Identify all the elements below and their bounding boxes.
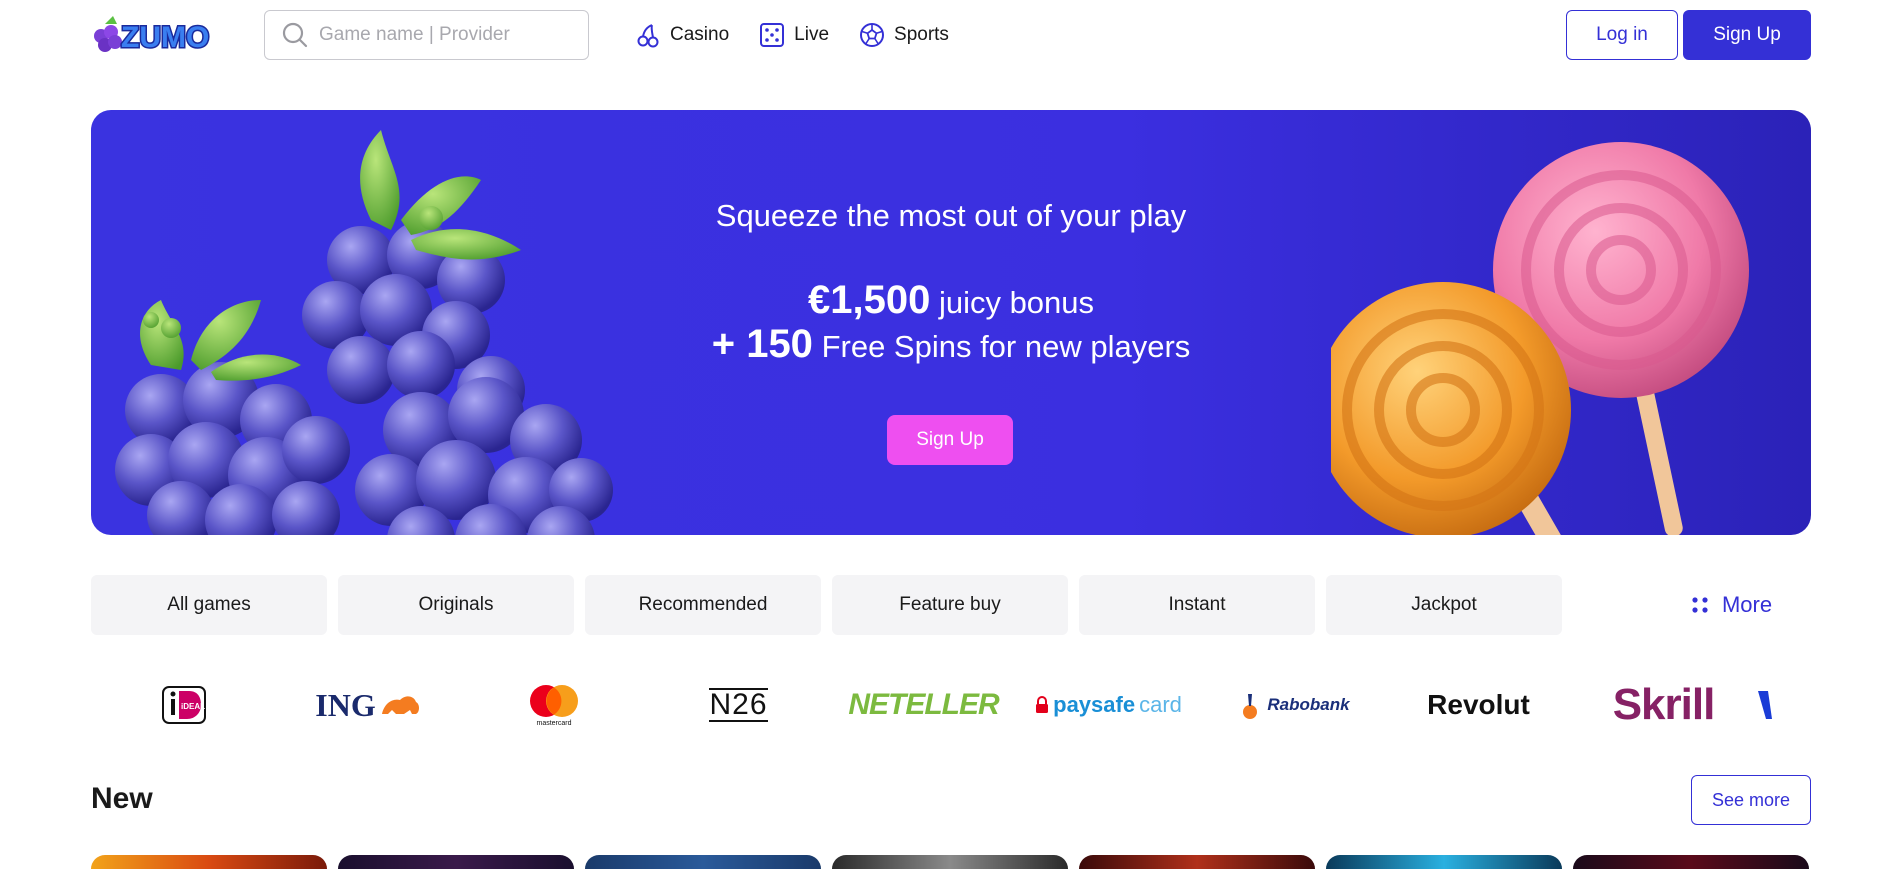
new-games-row bbox=[91, 855, 1811, 869]
game-card[interactable] bbox=[585, 855, 821, 869]
page: ZUMO Casino bbox=[0, 0, 1898, 869]
rabobank-emblem-icon bbox=[1243, 694, 1258, 719]
nav-casino[interactable]: Casino bbox=[635, 22, 729, 48]
category-tabs: All games Originals Recommended Feature … bbox=[91, 575, 1811, 635]
login-button[interactable]: Log in bbox=[1566, 10, 1678, 60]
blackberry-icon bbox=[94, 16, 122, 52]
hero-bonus-text: juicy bonus bbox=[938, 285, 1095, 320]
lollipop-illustration bbox=[1331, 142, 1749, 535]
tab-jackpot[interactable]: Jackpot bbox=[1326, 575, 1562, 635]
hero-signup-button[interactable]: Sign Up bbox=[887, 415, 1013, 465]
paysafecard-logo: paysafe card bbox=[1016, 675, 1201, 735]
nav-sports[interactable]: Sports bbox=[859, 22, 949, 48]
dots-grid-icon bbox=[1692, 597, 1708, 613]
game-card[interactable] bbox=[91, 855, 327, 869]
tab-originals[interactable]: Originals bbox=[338, 575, 574, 635]
top-header: ZUMO Casino bbox=[91, 0, 1811, 70]
svg-text:iDEAL: iDEAL bbox=[181, 702, 205, 711]
game-card[interactable] bbox=[1079, 855, 1315, 869]
payment-methods: iDEAL ING mastercard N26 NETELLER paysaf… bbox=[91, 675, 1811, 735]
tab-recommended[interactable]: Recommended bbox=[585, 575, 821, 635]
game-card[interactable] bbox=[1573, 855, 1809, 869]
ideal-logo: iDEAL bbox=[91, 675, 276, 735]
zumo-logo[interactable]: ZUMO bbox=[91, 10, 225, 60]
rabobank-logo: Rabobank bbox=[1201, 675, 1386, 735]
tab-all-games[interactable]: All games bbox=[91, 575, 327, 635]
tab-instant[interactable]: Instant bbox=[1079, 575, 1315, 635]
hero-spins-amount: + 150 bbox=[711, 322, 813, 366]
paysafe-card-text: card bbox=[1139, 692, 1182, 717]
svg-text:mastercard: mastercard bbox=[536, 720, 571, 727]
game-card[interactable] bbox=[338, 855, 574, 869]
more-categories-button[interactable]: More bbox=[1651, 575, 1811, 635]
svg-text:ZUMO: ZUMO bbox=[121, 21, 209, 54]
dice-icon bbox=[760, 23, 785, 47]
hero-bonus-amount: €1,500 bbox=[807, 278, 931, 322]
mastercard-logo: mastercard bbox=[461, 675, 646, 735]
section-title-new: New bbox=[91, 782, 153, 815]
nav-live-label: Live bbox=[794, 24, 830, 45]
padlock-icon bbox=[1036, 696, 1049, 713]
revolut-logo: Revolut bbox=[1427, 689, 1530, 720]
soccer-ball-icon bbox=[860, 23, 885, 47]
lion-icon bbox=[381, 696, 419, 714]
game-card[interactable] bbox=[1326, 855, 1562, 869]
paysafe-text: paysafe bbox=[1053, 692, 1136, 717]
search-field[interactable] bbox=[264, 10, 589, 60]
rabobank-text: Rabobank bbox=[1267, 695, 1350, 714]
hero-banner: Squeeze the most out of your play €1,500… bbox=[91, 110, 1811, 535]
partial-payment-logo bbox=[1756, 675, 1811, 735]
cherry-icon bbox=[637, 24, 659, 48]
n26-logo-text: N26 bbox=[709, 688, 768, 722]
ing-logo: ING bbox=[276, 675, 461, 735]
hero-spins-text: Free Spins for new players bbox=[821, 329, 1191, 364]
ing-logo-text: ING bbox=[315, 686, 376, 723]
nav-live[interactable]: Live bbox=[759, 22, 829, 48]
main-nav: Casino Live Sports bbox=[635, 14, 949, 56]
n26-logo: N26 bbox=[646, 675, 831, 735]
signup-button[interactable]: Sign Up bbox=[1683, 10, 1811, 60]
nav-casino-label: Casino bbox=[670, 24, 730, 45]
nav-sports-label: Sports bbox=[894, 24, 949, 45]
more-label: More bbox=[1721, 592, 1773, 617]
search-icon bbox=[282, 22, 308, 48]
see-more-button[interactable]: See more bbox=[1691, 775, 1811, 825]
search-input[interactable] bbox=[319, 24, 569, 46]
tab-feature-buy[interactable]: Feature buy bbox=[832, 575, 1068, 635]
game-card[interactable] bbox=[832, 855, 1068, 869]
skrill-logo: Skrill bbox=[1612, 680, 1716, 729]
neteller-logo: NETELLER bbox=[848, 688, 999, 721]
